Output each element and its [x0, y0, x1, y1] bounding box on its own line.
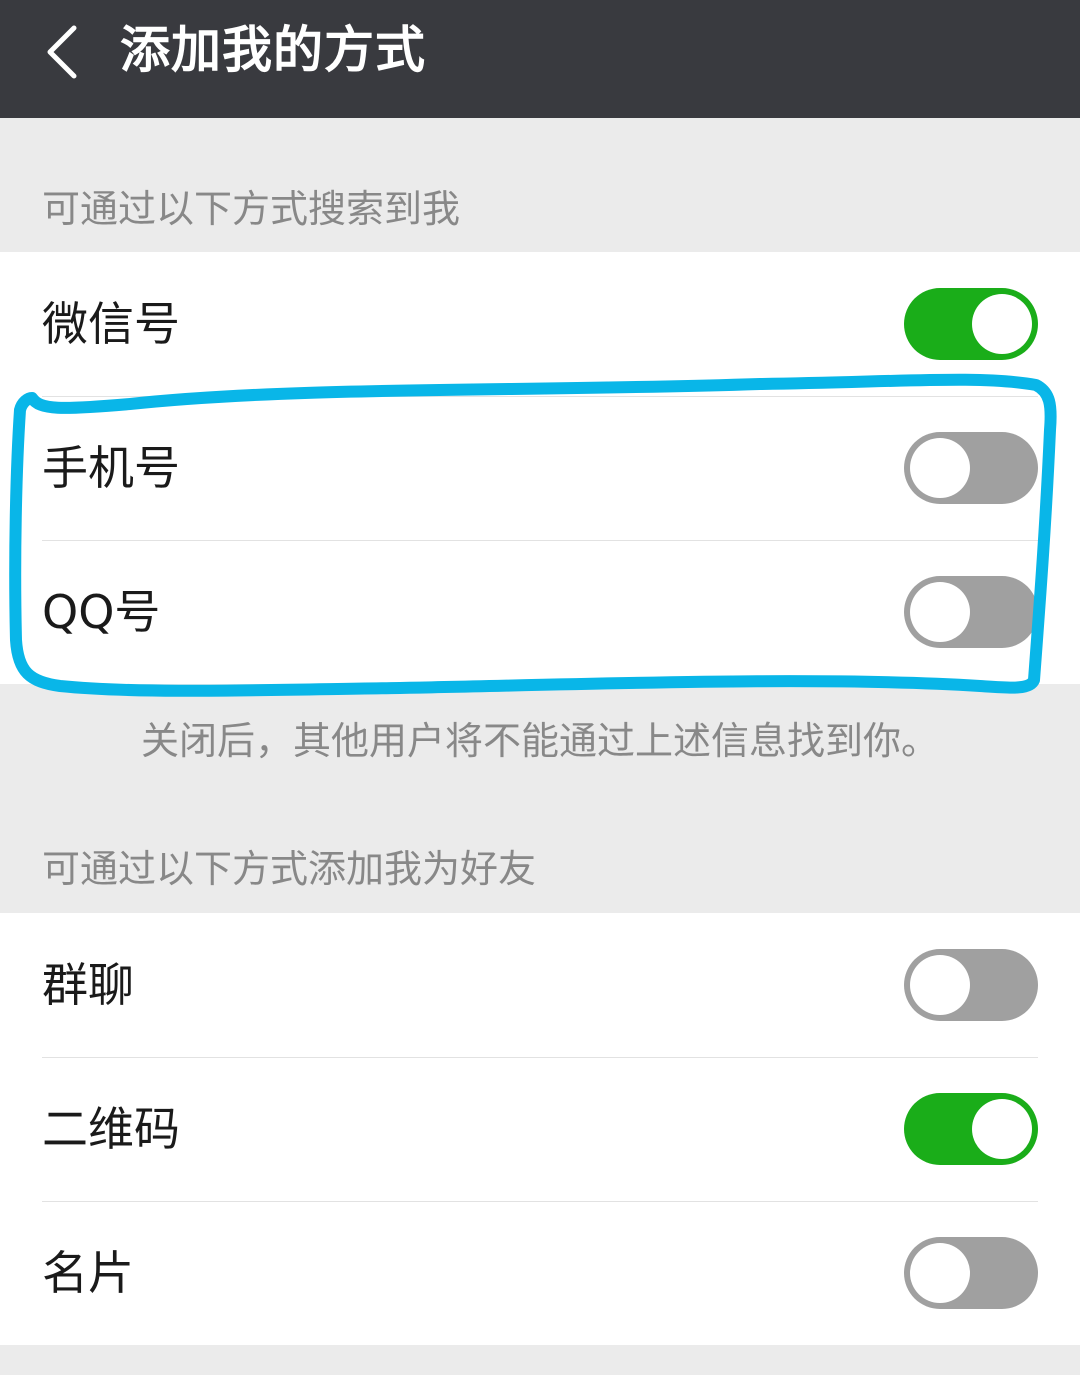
setting-row-business-card: 名片 [0, 1201, 1080, 1345]
group-chat-toggle[interactable] [904, 949, 1038, 1021]
top-bar: 添加我的方式 [0, 0, 1080, 118]
setting-label: 名片 [42, 1246, 134, 1300]
qr-code-toggle[interactable] [904, 1093, 1038, 1165]
toggle-knob [972, 294, 1032, 354]
chevron-left-icon [47, 25, 77, 79]
toggle-knob [910, 438, 970, 498]
setting-row-qq: QQ号 [0, 540, 1080, 684]
search-section-label: 可通过以下方式搜索到我 [42, 187, 461, 231]
setting-row-phone: 手机号 [0, 396, 1080, 540]
add-settings-group: 群聊 二维码 名片 [0, 913, 1080, 1345]
phone-toggle[interactable] [904, 432, 1038, 504]
toggle-knob [910, 1243, 970, 1303]
qq-toggle[interactable] [904, 576, 1038, 648]
setting-label: 微信号 [42, 297, 180, 351]
toggle-knob [910, 582, 970, 642]
search-hint-text: 关闭后，其他用户将不能通过上述信息找到你。 [140, 719, 939, 763]
back-button[interactable] [30, 20, 94, 84]
toggle-knob [972, 1099, 1032, 1159]
setting-label: 群聊 [42, 958, 134, 1012]
setting-label: 二维码 [42, 1102, 180, 1156]
toggle-knob [910, 955, 970, 1015]
setting-row-wechat-id: 微信号 [0, 252, 1080, 396]
setting-label: 手机号 [42, 441, 180, 495]
setting-label: QQ号 [42, 585, 161, 639]
setting-row-qr-code: 二维码 [0, 1057, 1080, 1201]
business-card-toggle[interactable] [904, 1237, 1038, 1309]
page-title: 添加我的方式 [120, 21, 426, 79]
wechat-id-toggle[interactable] [904, 288, 1038, 360]
search-settings-group: 微信号 手机号 QQ号 [0, 252, 1080, 684]
add-section-label: 可通过以下方式添加我为好友 [42, 847, 537, 891]
setting-row-group-chat: 群聊 [0, 913, 1080, 1057]
